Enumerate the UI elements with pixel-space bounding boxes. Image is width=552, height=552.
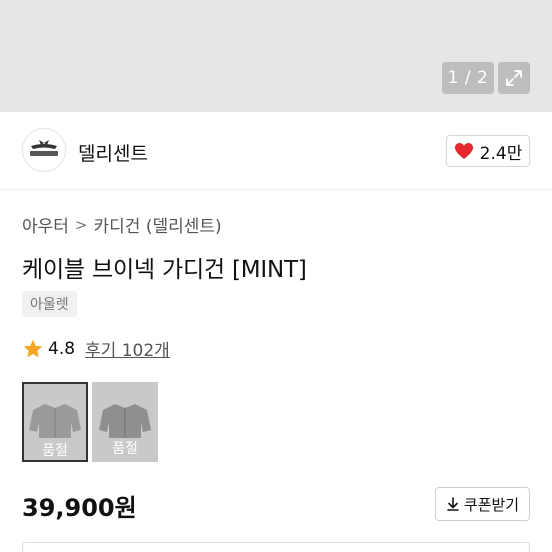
rating-row: 4.8 후기 102개	[22, 336, 170, 361]
coupon-label: 쿠폰받기	[463, 495, 520, 514]
star-icon	[23, 339, 43, 357]
download-icon	[447, 497, 459, 511]
coupon-button[interactable]: 쿠폰받기	[435, 487, 530, 521]
review-link[interactable]: 후기 102개	[85, 336, 170, 361]
outlet-tag: 아울렛	[22, 291, 77, 317]
product-title: 케이블 브이넥 가디건 [MINT]	[22, 257, 307, 283]
product-price: 39,900원	[22, 494, 137, 522]
heart-icon	[454, 143, 473, 159]
expand-icon	[506, 70, 522, 86]
expand-button[interactable]	[498, 62, 530, 94]
option-thumbnail[interactable]: 품절	[22, 382, 88, 462]
image-pager: 1 / 2	[442, 62, 494, 94]
rating-score: 4.8	[48, 338, 76, 359]
like-button[interactable]: 2.4만	[446, 135, 530, 167]
cardigan-image	[29, 404, 81, 438]
brand-logo[interactable]	[22, 128, 66, 172]
breadcrumb-separator: >	[74, 215, 88, 234]
breadcrumb-subcategory[interactable]: 카디건 (델리센트)	[94, 212, 222, 237]
soldout-label: 품절	[112, 441, 138, 457]
breadcrumb-category[interactable]: 아우터	[22, 212, 69, 237]
product-image-gallery[interactable]	[0, 0, 552, 112]
option-thumbnails: 품절 품절	[22, 382, 158, 462]
breadcrumb: 아우터 > 카디건 (델리센트)	[22, 212, 222, 238]
option-thumbnail[interactable]: 품절	[92, 382, 158, 462]
like-count: 2.4만	[479, 143, 523, 164]
brand-logo-mark	[30, 140, 58, 156]
next-section-box	[22, 542, 530, 552]
soldout-label: 품절	[42, 443, 68, 459]
brand-name[interactable]: 델리센트	[78, 139, 148, 166]
